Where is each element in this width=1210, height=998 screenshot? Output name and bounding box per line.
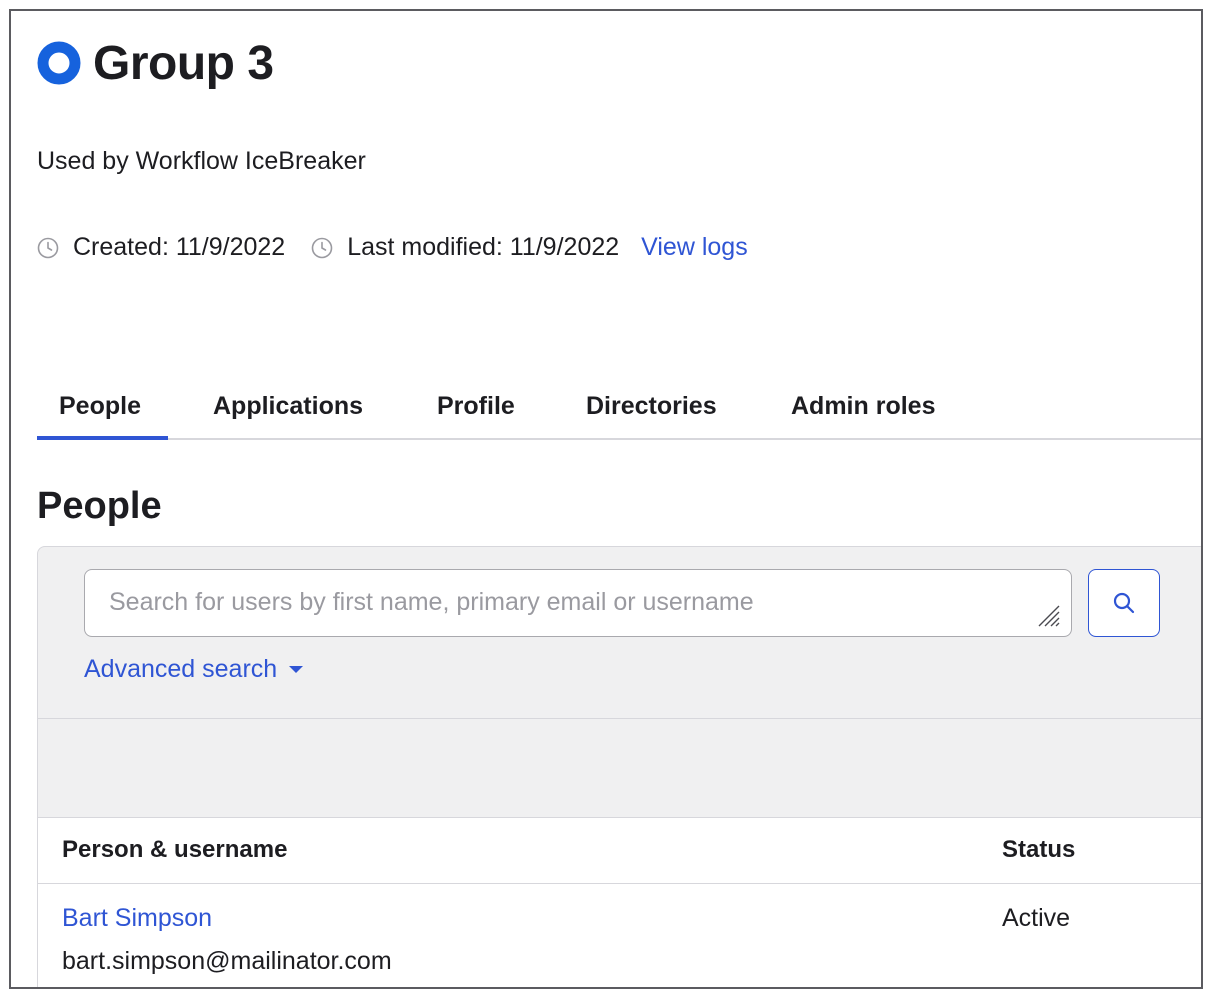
tab-profile[interactable]: Profile (415, 376, 537, 436)
column-header-person: Person & username (62, 836, 288, 863)
group-description: Used by Workflow IceBreaker (37, 147, 366, 175)
group-meta: Created: 11/9/2022 Last modified: 11/9/2… (37, 233, 748, 262)
clock-icon (311, 237, 333, 258)
group-page: Group 3 Used by Workflow IceBreaker Crea… (9, 9, 1203, 989)
tab-applications[interactable]: Applications (191, 376, 385, 436)
table-row: Bart Simpson bart.simpson@mailinator.com… (38, 884, 1201, 987)
tab-people[interactable]: People (37, 376, 168, 440)
created-date: Created: 11/9/2022 (73, 233, 286, 261)
clock-icon (37, 237, 59, 258)
advanced-search-toggle[interactable]: Advanced search (84, 655, 304, 684)
person-username: bart.simpson@mailinator.com (62, 947, 392, 975)
search-icon (1113, 592, 1135, 614)
status-value: Active (1002, 904, 1071, 932)
section-title: People (37, 485, 162, 527)
search-button[interactable] (1088, 569, 1160, 637)
column-header-status: Status (1002, 836, 1076, 863)
search-placeholder: Search for users by first name, primary … (109, 588, 754, 616)
resize-grip-icon[interactable] (1035, 602, 1061, 628)
search-input[interactable]: Search for users by first name, primary … (84, 569, 1072, 637)
page-title: Group 3 (93, 36, 274, 90)
person-name-link[interactable]: Bart Simpson (62, 904, 212, 933)
advanced-search-label: Advanced search (84, 655, 278, 683)
caret-down-icon (289, 666, 304, 673)
tab-directories[interactable]: Directories (564, 376, 739, 436)
last-modified-date: Last modified: 11/9/2022 (347, 233, 620, 261)
group-icon (37, 41, 81, 85)
page-content: Group 3 Used by Workflow IceBreaker Crea… (37, 11, 1201, 987)
search-panel: Search for users by first name, primary … (37, 546, 1201, 818)
tab-bar: People Applications Profile Directories … (37, 376, 1201, 440)
panel-divider (38, 718, 1201, 719)
view-logs-link[interactable]: View logs (641, 233, 748, 262)
table-header: Person & username Status (38, 816, 1201, 884)
title-row: Group 3 (37, 33, 274, 93)
tab-admin-roles[interactable]: Admin roles (769, 376, 957, 436)
people-table: Person & username Status Bart Simpson ba… (37, 816, 1201, 987)
